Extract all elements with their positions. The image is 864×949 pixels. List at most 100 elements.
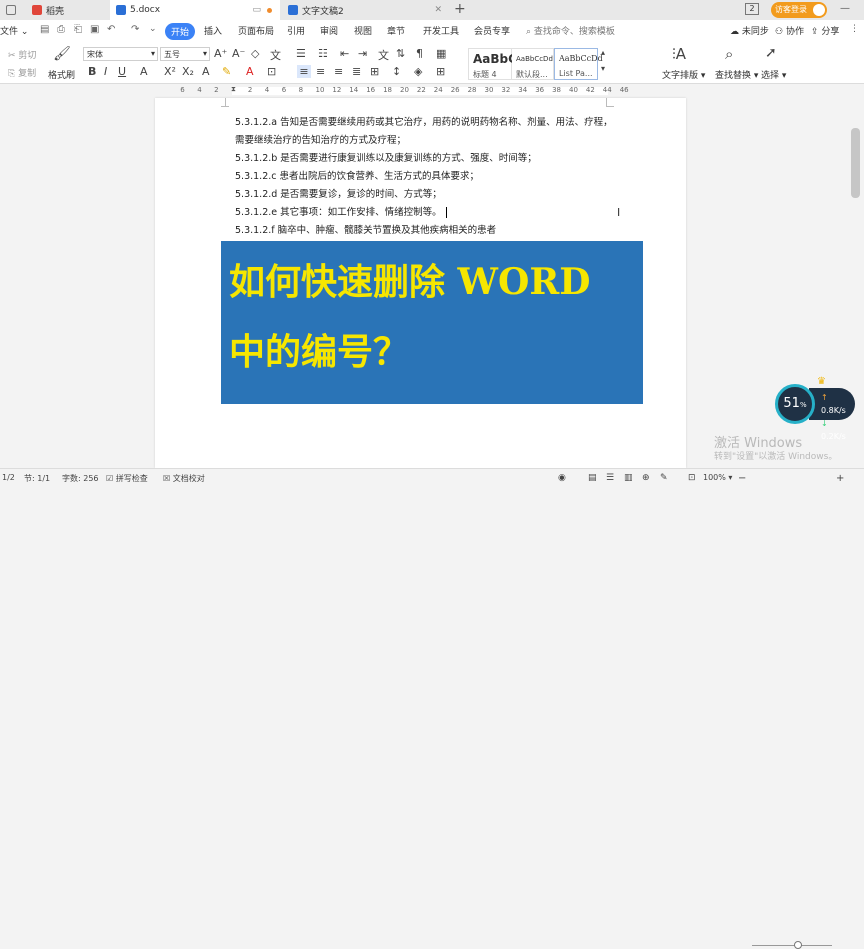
shading-icon[interactable]: ▦ xyxy=(436,47,446,60)
subscript-icon[interactable]: X₂ xyxy=(182,65,194,78)
sort-icon[interactable]: ⇅ xyxy=(396,47,405,60)
select-button[interactable]: 选择 ▾ xyxy=(761,68,786,81)
quick-access-save-icon[interactable]: ▤ xyxy=(40,24,49,35)
menu-item-developer[interactable]: 开发工具 xyxy=(423,24,459,37)
minimize-icon[interactable]: — xyxy=(840,3,850,14)
borders-icon[interactable]: ⊞ xyxy=(436,65,445,78)
style-heading4[interactable]: AaBbC 标题 4 xyxy=(468,48,517,80)
fit-page-icon[interactable]: ⊡ xyxy=(688,473,696,483)
sync-status[interactable]: ☁ 未同步 xyxy=(730,24,769,37)
redo-icon[interactable]: ↷ xyxy=(131,24,139,35)
network-speed-widget[interactable]: ↑ 0.8K/s ↓ 0.2K/s 51% ♛ xyxy=(775,376,855,441)
styles-scroll-up-icon[interactable]: ▴ xyxy=(601,48,605,57)
font-name-select[interactable]: 宋体 ▾ xyxy=(83,47,158,61)
menu-item-member[interactable]: 会员专享 xyxy=(474,24,510,37)
bold-icon[interactable]: B xyxy=(88,65,96,78)
proofread-button[interactable]: ☒ 文档校对 xyxy=(163,473,205,484)
find-replace-icon[interactable]: ⌕ xyxy=(725,45,733,63)
doc-line[interactable]: 5.3.1.2.c 患者出院后的饮食营养、生活方式的具体要求； xyxy=(235,168,479,182)
doc-line-with-cursor[interactable]: 5.3.1.2.e 其它事项：如工作安排、情绪控制等。 xyxy=(235,204,447,218)
login-button[interactable]: 访客登录 xyxy=(771,2,827,18)
underline-icon[interactable]: U xyxy=(118,65,126,78)
font-size-select[interactable]: 五号 ▾ xyxy=(160,47,210,61)
quick-access-print-preview-icon[interactable]: ⎙ xyxy=(57,24,65,35)
highlight-icon[interactable]: ✎ xyxy=(222,65,231,78)
menu-item-review[interactable]: 审阅 xyxy=(320,24,338,37)
font-color-icon[interactable]: A xyxy=(246,65,254,78)
tab-pin-icon[interactable]: ▭ xyxy=(252,5,261,15)
section-indicator[interactable]: 节: 1/1 xyxy=(24,473,50,484)
superscript-icon[interactable]: X² xyxy=(164,65,176,78)
reading-mode-icon[interactable]: ▥ xyxy=(624,473,633,483)
tab-docer[interactable]: 稻壳 xyxy=(26,0,110,20)
menu-item-references[interactable]: 引用 xyxy=(287,24,305,37)
show-marks-icon[interactable]: ¶ xyxy=(416,47,423,60)
justify-icon[interactable]: ≣ xyxy=(352,65,361,78)
zoom-out-icon[interactable]: − xyxy=(738,473,746,484)
zoom-in-icon[interactable]: + xyxy=(836,473,844,484)
horizontal-ruler[interactable]: ⧗ 6 4 2 2 4 6 8 10 12 14 16 18 20 22 24 26 28 30 32 34 36 38 4… xyxy=(0,84,864,98)
tab-close-icon[interactable]: ✕ xyxy=(434,5,442,15)
collab-button[interactable]: ⚇ 协作 xyxy=(775,24,804,37)
chinese-layout-icon[interactable]: 文 xyxy=(378,47,389,63)
copy-button[interactable]: ⎘ 复制 xyxy=(8,66,36,79)
doc-line[interactable]: 5.3.1.2.f 脑卒中、肿瘤、髋膝关节置换及其他疾病相关的患者 xyxy=(235,222,496,236)
select-cursor-icon[interactable]: ➚ xyxy=(765,45,777,61)
cut-button[interactable]: ✂ 剪切 xyxy=(8,48,36,61)
more-options-icon[interactable]: ⋮ xyxy=(850,24,859,34)
menu-item-view[interactable]: 视图 xyxy=(354,24,372,37)
grow-font-icon[interactable]: A⁺ xyxy=(214,47,227,60)
align-left-icon[interactable]: ≡ xyxy=(297,65,311,78)
menu-item-insert[interactable]: 插入 xyxy=(204,24,222,37)
style-default-paragraph[interactable]: AaBbCcDd 默认段... xyxy=(512,48,554,80)
doc-line[interactable]: 5.3.1.2.b 是否需要进行康复训练以及康复训练的方式、强度、时间等； xyxy=(235,150,537,164)
style-list-paragraph[interactable]: AaBbCcDd List Pa... xyxy=(554,48,603,80)
outline-view-icon[interactable]: ☰ xyxy=(606,473,614,483)
find-replace-button[interactable]: 查找替换 ▾ xyxy=(715,68,758,81)
zoom-level[interactable]: 100% ▾ xyxy=(703,473,732,482)
tab-doc2[interactable]: 文字文稿2 ✕ xyxy=(282,0,448,20)
home-tab[interactable] xyxy=(0,0,26,20)
web-view-icon[interactable]: ⊕ xyxy=(642,473,650,483)
menu-file[interactable]: 文件 ⌄ xyxy=(0,24,28,37)
numbered-list-icon[interactable]: ☷ xyxy=(318,47,328,60)
quick-access-more-icon[interactable]: ⌄ xyxy=(149,24,157,34)
format-painter-label[interactable]: 格式刷 xyxy=(48,68,75,81)
text-layout-button[interactable]: 文字排版 ▾ xyxy=(662,68,705,81)
phonetic-guide-icon[interactable]: 文 xyxy=(270,47,281,63)
page-indicator[interactable]: 1/2 xyxy=(2,473,15,482)
zoom-slider-track[interactable] xyxy=(752,945,832,946)
write-mode-icon[interactable]: ✎ xyxy=(660,473,668,483)
menu-item-chapter[interactable]: 章节 xyxy=(387,24,405,37)
search-box[interactable]: ⌕ 查找命令、搜索模板 xyxy=(526,24,615,37)
indent-marker-icon[interactable]: ⧗ xyxy=(231,85,236,94)
menu-item-page-layout[interactable]: 页面布局 xyxy=(238,24,274,37)
doc-line[interactable]: 需要继续治疗的告知治疗的方式及疗程； xyxy=(235,132,406,146)
page-view-icon[interactable]: ▤ xyxy=(588,473,597,483)
align-center-icon[interactable]: ≡ xyxy=(316,65,325,78)
strikethrough-icon[interactable]: A xyxy=(140,65,148,78)
bullet-list-icon[interactable]: ☰ xyxy=(296,47,306,60)
line-spacing-icon[interactable]: ↕ xyxy=(392,65,401,78)
styles-more-icon[interactable]: ▾ xyxy=(601,64,605,73)
distributed-align-icon[interactable]: ⊞ xyxy=(370,65,379,78)
clear-format-icon[interactable]: ◇ xyxy=(251,47,259,60)
text-effect-icon[interactable]: A xyxy=(202,65,210,78)
shrink-font-icon[interactable]: A⁻ xyxy=(232,47,245,60)
menu-item-home[interactable]: 开始 xyxy=(165,23,196,40)
increase-indent-icon[interactable]: ⇥ xyxy=(358,47,367,60)
doc-line[interactable]: 5.3.1.2.a 告知是否需要继续用药或其它治疗，用药的说明药物名称、剂量、用… xyxy=(235,114,613,128)
word-count[interactable]: 字数: 256 xyxy=(62,473,99,484)
align-right-icon[interactable]: ≡ xyxy=(334,65,343,78)
decrease-indent-icon[interactable]: ⇤ xyxy=(340,47,349,60)
quick-access-print-icon[interactable]: ⎗ xyxy=(74,24,82,35)
window-count-icon[interactable]: 2 xyxy=(745,3,759,15)
quick-access-export-icon[interactable]: ▣ xyxy=(90,24,99,35)
scrollbar-thumb[interactable] xyxy=(851,128,860,198)
share-button[interactable]: ⇪ 分享 xyxy=(811,24,839,37)
eye-protection-icon[interactable]: ◉ xyxy=(558,473,566,483)
format-painter-icon[interactable]: 🖌 xyxy=(52,46,72,62)
italic-icon[interactable]: I xyxy=(104,65,107,78)
spell-check-toggle[interactable]: ☑ 拼写检查 xyxy=(106,473,148,484)
char-border-icon[interactable]: ⊡ xyxy=(267,65,276,78)
